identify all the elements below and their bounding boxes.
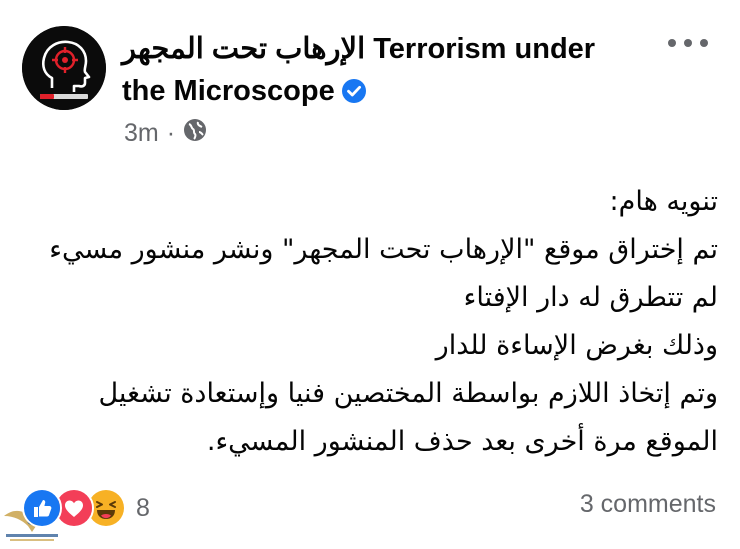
verified-badge-icon <box>341 74 367 116</box>
post-line: تم إختراق موقع "الإرهاب تحت المجهر" ونشر… <box>49 234 718 265</box>
post-line: وذلك بغرض الإساءة للدار <box>435 330 718 361</box>
reaction-summary[interactable]: 8 <box>22 488 150 528</box>
reaction-count[interactable]: 8 <box>136 494 150 523</box>
post-line: الموقع مرة أخرى بعد حذف المنشور المسيء. <box>206 426 718 457</box>
more-options-icon[interactable] <box>668 30 708 56</box>
post-line: تنويه هام: <box>609 186 718 217</box>
post-meta: 3m · <box>124 118 207 148</box>
facebook-post: الإرهاب تحت المجهر Terrorism under the M… <box>0 0 740 545</box>
post-line: وتم إتخاذ اللازم بواسطة المختصين فنيا وإ… <box>98 378 718 409</box>
post-body: تنويه هام: تم إختراق موقع "الإرهاب تحت ا… <box>18 178 718 466</box>
like-reaction-icon <box>22 488 62 528</box>
post-line: لم تتطرق له دار الإفتاء <box>463 282 718 313</box>
page-avatar[interactable] <box>22 26 106 110</box>
globe-icon <box>183 118 207 149</box>
page-name[interactable]: الإرهاب تحت المجهر Terrorism under the M… <box>122 28 642 116</box>
comments-count[interactable]: 3 comments <box>580 490 716 519</box>
terrorism-under-microscope-logo <box>22 26 106 110</box>
meta-separator: · <box>166 118 176 147</box>
post-timestamp[interactable]: 3m <box>124 119 159 148</box>
